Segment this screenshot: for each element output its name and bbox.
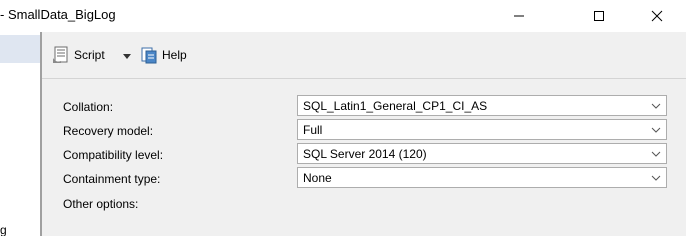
chevron-down-icon [651, 103, 661, 109]
compatibility-level-select[interactable]: SQL Server 2014 (120) [297, 143, 667, 164]
minimize-icon [514, 15, 524, 17]
script-icon [53, 46, 68, 63]
script-label: Script [74, 48, 105, 62]
chevron-down-icon [651, 127, 661, 133]
other-options-label: Other options: [63, 197, 139, 211]
maximize-button[interactable] [576, 0, 622, 32]
script-button[interactable]: Script [52, 45, 105, 65]
database-properties-window: - SmallData_BigLog g Script Help Collati… [0, 0, 686, 236]
containment-type-value: None [303, 171, 332, 185]
compatibility-level-label: Compatibility level: [63, 148, 164, 162]
page-list-item-label[interactable]: g [0, 223, 7, 236]
containment-type-label: Containment type: [63, 172, 161, 186]
help-icon [141, 47, 157, 64]
window-title: - SmallData_BigLog [0, 7, 116, 22]
recovery-model-value: Full [303, 123, 323, 137]
containment-type-row: Containment type: None [42, 167, 686, 191]
chevron-down-icon [651, 175, 661, 181]
help-label: Help [162, 48, 187, 62]
caret-down-icon [123, 54, 131, 59]
other-options-row: Other options: [42, 192, 686, 216]
options-grid: Collation: SQL_Latin1_General_CP1_CI_AS … [42, 79, 686, 236]
close-icon [651, 10, 663, 22]
collation-label: Collation: [63, 100, 114, 114]
help-button[interactable]: Help [140, 45, 187, 65]
title-bar[interactable]: - SmallData_BigLog [0, 0, 686, 32]
recovery-model-row: Recovery model: Full [42, 119, 686, 143]
compatibility-level-value: SQL Server 2014 (120) [303, 147, 427, 161]
minimize-button[interactable] [496, 0, 542, 32]
options-page: Script Help Collation: SQL_Latin1_Genera… [42, 32, 686, 236]
page-list-pane: g [0, 32, 40, 236]
chevron-down-icon [651, 151, 661, 157]
collation-select[interactable]: SQL_Latin1_General_CP1_CI_AS [297, 95, 667, 116]
recovery-model-select[interactable]: Full [297, 119, 667, 140]
recovery-model-label: Recovery model: [63, 124, 154, 138]
close-button[interactable] [634, 0, 680, 32]
containment-type-select[interactable]: None [297, 167, 667, 188]
maximize-icon [594, 11, 604, 21]
script-dropdown-button[interactable] [122, 46, 132, 66]
selected-page-item[interactable] [0, 35, 40, 63]
collation-value: SQL_Latin1_General_CP1_CI_AS [303, 99, 488, 113]
compatibility-level-row: Compatibility level: SQL Server 2014 (12… [42, 143, 686, 167]
toolbar: Script Help [42, 32, 686, 79]
collation-row: Collation: SQL_Latin1_General_CP1_CI_AS [42, 95, 686, 119]
